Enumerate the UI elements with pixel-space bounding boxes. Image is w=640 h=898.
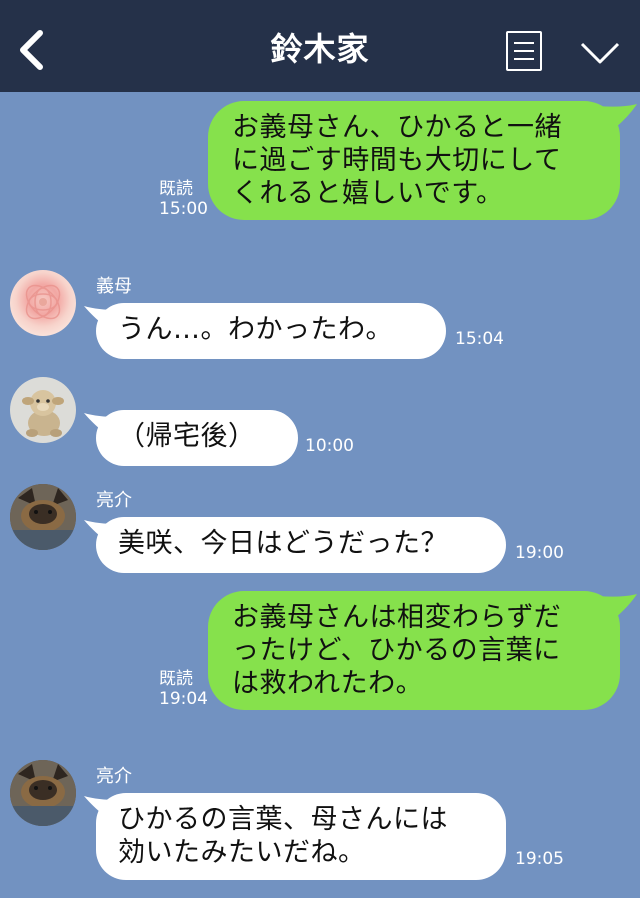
message-line: うん…。わかったわ。 [118, 314, 393, 345]
message-bubble[interactable]: （帰宅後） [96, 410, 298, 466]
message-line: ひかるの言葉、母さんには [118, 804, 448, 835]
sender-name: 亮介 [96, 490, 132, 511]
message-time: 15:00 [159, 199, 208, 219]
message-bubble[interactable]: お義母さんは相変わらずだ ったけど、ひかるの言葉に は救われたわ。 [208, 591, 620, 710]
chevron-down-icon[interactable] [580, 40, 620, 66]
read-receipt: 既読 [159, 669, 193, 689]
message-time: 19:00 [515, 543, 564, 563]
message-time: 15:04 [455, 329, 504, 349]
dog-avatar[interactable] [10, 760, 76, 826]
read-receipt: 既読 [159, 179, 193, 199]
sheep-plush-avatar[interactable] [10, 377, 76, 443]
dog-icon [10, 760, 76, 826]
menu-list-icon[interactable] [506, 31, 542, 71]
message-line: くれると嬉しいです。 [232, 178, 504, 209]
dog-icon [10, 484, 76, 550]
message-line: に過ごす時間も大切にして [232, 145, 562, 176]
sender-name: 亮介 [96, 766, 132, 787]
message-bubble[interactable]: ひかるの言葉、母さんには 効いたみたいだね。 [96, 793, 506, 880]
message-line: お義母さんは相変わらずだ [232, 602, 562, 633]
sender-name: 義母 [96, 276, 132, 297]
message-line: お義母さん、ひかると一緒 [232, 112, 562, 143]
message-line: 効いたみたいだね。 [118, 837, 366, 868]
message-line: は救われたわ。 [232, 668, 424, 699]
message-bubble[interactable]: 美咲、今日はどうだった？ [96, 517, 506, 573]
message-bubble[interactable]: お義母さん、ひかると一緒 に過ごす時間も大切にして くれると嬉しいです。 [208, 101, 620, 220]
message-line: ったけど、ひかるの言葉に [232, 635, 561, 666]
flower-icon [25, 284, 61, 320]
message-time: 19:05 [515, 849, 564, 869]
message-bubble[interactable]: うん…。わかったわ。 [96, 303, 446, 359]
sheep-plush-icon [22, 390, 64, 437]
message-time: 10:00 [305, 436, 354, 456]
dog-avatar[interactable] [10, 484, 76, 550]
chat-header: 鈴木家 [0, 0, 640, 92]
chat-title: 鈴木家 [270, 30, 370, 68]
message-line: 美咲、今日はどうだった？ [118, 528, 448, 559]
message-time: 19:04 [159, 689, 208, 709]
message-line: （帰宅後） [118, 421, 256, 452]
flower-avatar[interactable] [10, 270, 76, 336]
